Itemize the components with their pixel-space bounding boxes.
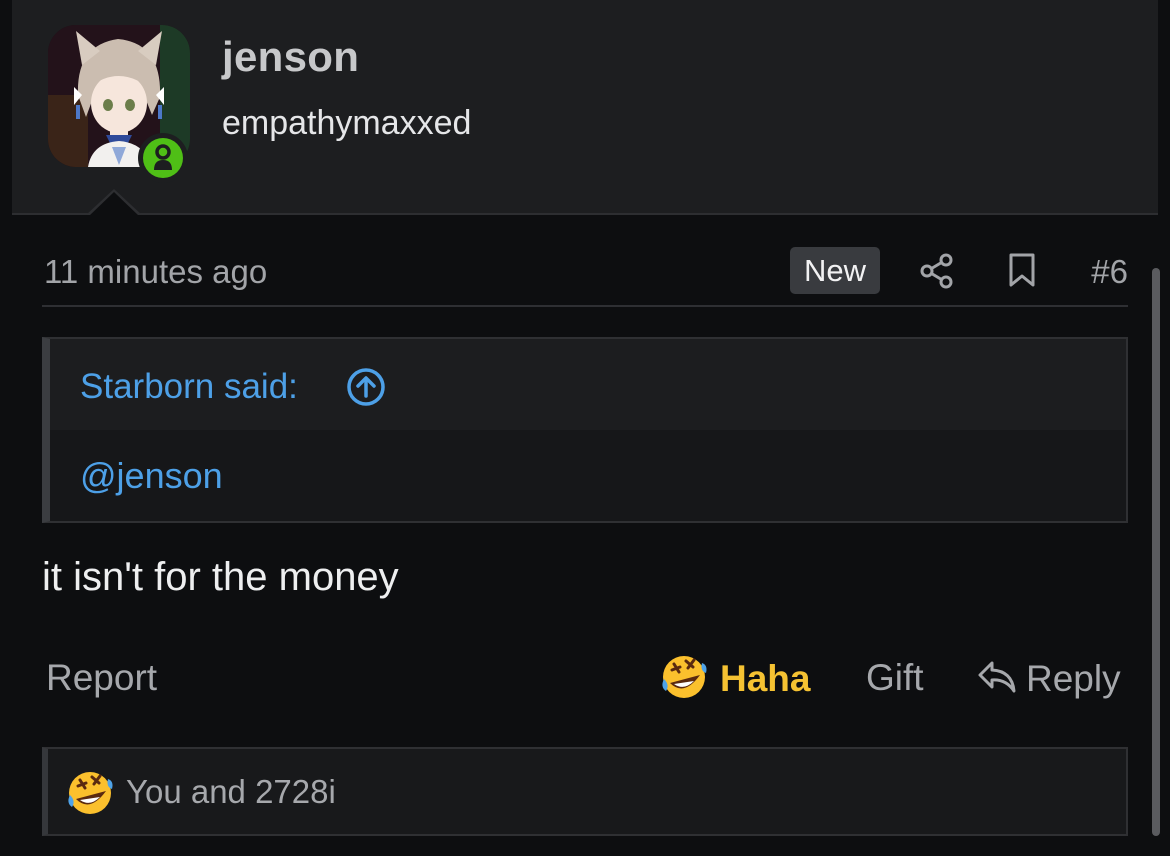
post-message: it isn't for the money xyxy=(42,555,399,599)
go-to-quote-icon[interactable] xyxy=(346,367,386,412)
forum-post: jenson empathymaxxed 11 minutes ago New … xyxy=(0,0,1170,856)
reactions-summary[interactable]: You and 2728i xyxy=(42,747,1128,836)
reaction-label: Haha xyxy=(720,658,811,699)
quote-block: Starborn said: @jenson xyxy=(42,337,1128,523)
quote-body: @jenson xyxy=(50,430,1126,521)
message-arrow-inner xyxy=(89,192,139,216)
rofl-icon xyxy=(660,653,708,706)
reply-icon xyxy=(976,659,1018,700)
bookmark-icon[interactable] xyxy=(1008,252,1036,293)
post-timestamp[interactable]: 11 minutes ago xyxy=(44,253,267,291)
gift-button[interactable]: Gift xyxy=(866,657,924,699)
reaction-button[interactable]: Haha xyxy=(660,654,810,704)
reply-label: Reply xyxy=(1026,658,1121,699)
reactions-summary-text[interactable]: You and 2728i xyxy=(126,773,336,811)
quote-author-link[interactable]: Starborn said: xyxy=(80,367,298,407)
user-online-icon xyxy=(143,138,183,178)
user-info-block: jenson empathymaxxed xyxy=(12,0,1158,215)
share-icon[interactable] xyxy=(920,253,954,294)
rofl-icon xyxy=(66,769,114,822)
post-meta-row: 11 minutes ago New #6 xyxy=(42,245,1128,307)
online-status-badge xyxy=(138,133,188,183)
scrollbar[interactable] xyxy=(1152,268,1160,836)
quote-header: Starborn said: xyxy=(50,339,1126,430)
post-number-link[interactable]: #6 xyxy=(1091,253,1128,291)
reply-button[interactable]: Reply xyxy=(976,654,1121,704)
username[interactable]: jenson xyxy=(222,33,359,81)
user-title: empathymaxxed xyxy=(222,104,472,142)
quote-mention-link[interactable]: @jenson xyxy=(80,455,223,497)
report-button[interactable]: Report xyxy=(46,657,157,699)
new-badge: New xyxy=(790,247,880,294)
